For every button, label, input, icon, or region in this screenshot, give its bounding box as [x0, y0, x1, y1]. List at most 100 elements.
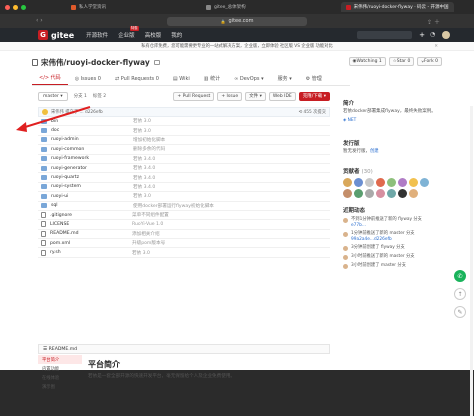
file-name[interactable]: ruoyi-common	[51, 147, 133, 152]
file-name[interactable]: pom.xml	[50, 241, 132, 246]
nav-education[interactable]: 高校版	[145, 31, 162, 39]
browser-tab[interactable]: 私人学堂资讯	[66, 2, 111, 12]
language-tag[interactable]: ◈ NET	[343, 118, 443, 123]
avatar[interactable]	[420, 178, 429, 187]
tab-pull-requests[interactable]: ⇄ Pull Requests 0	[108, 76, 166, 85]
file-name[interactable]: .gitignore	[50, 213, 132, 218]
file-name[interactable]: ry.sh	[50, 250, 132, 255]
avatar[interactable]	[365, 189, 374, 198]
file-row[interactable]: ruoyi-generator 若依 3.4.0	[38, 164, 330, 174]
file-row[interactable]: LICENSE RuoYi-Vue 1.0	[38, 220, 330, 230]
file-row[interactable]: bin 若依 3.0	[38, 117, 330, 127]
watch-button[interactable]: ◉ Watching 1	[348, 57, 386, 66]
avatar[interactable]	[365, 178, 374, 187]
toc-item[interactable]: 平台简介	[38, 355, 82, 364]
commit-message[interactable]: RuoYi-Vue 1.0	[132, 222, 163, 227]
file-menu-button[interactable]: 文件 ▾	[245, 91, 266, 101]
file-name[interactable]: LICENSE	[50, 222, 132, 227]
avatar[interactable]	[376, 189, 385, 198]
branch-select[interactable]: master ▾	[38, 91, 68, 101]
address-bar[interactable]: 🔒 gitee.com	[167, 16, 307, 26]
repo-owner-link[interactable]: 宋伟伟	[41, 57, 64, 68]
avatar[interactable]	[387, 189, 396, 198]
avatar[interactable]	[409, 178, 418, 187]
repo-name-link[interactable]: ruoyi-docker-flyway	[66, 58, 150, 67]
avatar[interactable]	[398, 189, 407, 198]
avatar[interactable]	[343, 178, 352, 187]
webide-button[interactable]: Web IDE	[268, 91, 296, 101]
nav-opensource[interactable]: 开源软件	[86, 31, 108, 39]
plus-icon[interactable]: +	[418, 31, 426, 39]
star-button[interactable]: ☆ Star 0	[388, 57, 415, 66]
browser-tab[interactable]: gitee_总体架构	[201, 2, 251, 12]
avatar[interactable]	[398, 178, 407, 187]
commit-message[interactable]: 若依 3.0	[133, 128, 151, 134]
tab-manage[interactable]: ⚙ 管理	[299, 75, 329, 85]
file-name[interactable]: ruoyi-ui	[51, 194, 133, 199]
back-to-top-button[interactable]: ↑	[454, 288, 466, 300]
file-row[interactable]: ruoyi-framework 若依 3.4.0	[38, 155, 330, 164]
tab-devops[interactable]: ∞ DevOps ▾	[227, 76, 270, 85]
chat-float-button[interactable]: ✆	[454, 270, 466, 282]
commit-message[interactable]: 添加相关介绍	[132, 231, 160, 237]
search-input[interactable]	[357, 31, 412, 39]
back-forward-icon[interactable]: ‹ ›	[36, 17, 43, 24]
commit-message[interactable]: 增加初始化脚本	[133, 137, 165, 143]
file-row[interactable]: doc 若依 3.0	[38, 126, 330, 136]
avatar[interactable]	[387, 178, 396, 187]
minimize-window-button[interactable]	[13, 4, 18, 10]
file-row[interactable]: pom.xml 升级pom版本号	[38, 239, 330, 249]
tab-wiki[interactable]: ▤ Wiki	[166, 76, 197, 85]
file-row[interactable]: ruoyi-quartz 若依 3.4.0	[38, 173, 330, 183]
commit-message[interactable]: 若依 3.0	[133, 193, 151, 199]
file-row[interactable]: .gitignore 菜单不同组件配置	[38, 211, 330, 221]
file-name[interactable]: sql	[51, 203, 133, 208]
commit-count[interactable]: ⟲ 455 次提交	[299, 109, 326, 115]
commit-message[interactable]: 使用docker部署运行flyway初始化脚本	[133, 203, 214, 209]
file-row[interactable]: ruoyi-admin 增加初始化脚本	[38, 136, 330, 146]
commit-message[interactable]: 若依 3.0	[132, 250, 150, 256]
gitee-logo[interactable]: G gitee	[38, 30, 74, 40]
avatar[interactable]	[354, 178, 363, 187]
toc-item[interactable]: 演示图	[38, 382, 82, 391]
nav-enterprise[interactable]: 企业版 特惠	[118, 26, 139, 39]
toc-item[interactable]: 内置功能	[38, 364, 82, 373]
commit-message[interactable]: 若依 3.4.0	[133, 175, 155, 181]
create-release-link[interactable]: 创建	[370, 149, 379, 154]
file-row[interactable]: sql 使用docker部署运行flyway初始化脚本	[38, 202, 330, 211]
file-name[interactable]: ruoyi-quartz	[51, 175, 133, 180]
file-name[interactable]: doc	[51, 128, 133, 133]
tab-services[interactable]: 服务 ▾	[271, 75, 299, 85]
avatar[interactable]	[343, 189, 352, 198]
commit-message[interactable]: 若依 3.4.0	[133, 156, 155, 162]
commit-message[interactable]: 若依 3.4.0	[133, 165, 155, 171]
file-row[interactable]: ruoyi-common 删除多余的代码	[38, 145, 330, 155]
file-name[interactable]: README.md	[50, 231, 132, 236]
maximize-window-button[interactable]	[21, 4, 26, 10]
commit-message[interactable]: 若依 3.0	[133, 118, 151, 124]
new-issue-button[interactable]: + Issue	[217, 91, 243, 101]
file-name[interactable]: ruoyi-admin	[51, 137, 133, 142]
feedback-float-button[interactable]: ✎	[454, 306, 466, 318]
file-row[interactable]: ruoyi-system 若依 3.4.0	[38, 183, 330, 193]
avatar[interactable]	[409, 189, 418, 198]
commit-message[interactable]: 升级pom版本号	[132, 240, 165, 246]
file-name[interactable]: ruoyi-generator	[51, 166, 133, 171]
nav-mine[interactable]: 我的	[171, 31, 182, 39]
clone-button[interactable]: 克隆/下载 ▾	[298, 91, 330, 101]
browser-tab-active[interactable]: 宋伟伟/ruoyi-docker-flyway · 码云 - 开源中国	[340, 2, 454, 12]
close-window-button[interactable]	[5, 4, 10, 10]
commit-message[interactable]: 删除多余的代码	[133, 146, 165, 152]
share-icon[interactable]: ⇪ ＋	[427, 17, 440, 26]
file-row[interactable]: README.md 添加相关介绍	[38, 230, 330, 240]
file-row[interactable]: ry.sh 若依 3.0	[38, 248, 330, 258]
activity-commit-link[interactable]: 99a2a4e...d226efb	[351, 237, 415, 243]
user-avatar[interactable]	[442, 31, 450, 39]
tab-code[interactable]: </> 代码	[32, 74, 68, 85]
file-name[interactable]: ruoyi-system	[51, 184, 133, 189]
activity-commit-link[interactable]: e77b...	[351, 223, 422, 229]
commit-summary[interactable]: 宋伟伟 提交于 ... d226efb	[51, 109, 103, 115]
tab-stats[interactable]: ▥ 统计	[197, 75, 227, 85]
close-icon[interactable]: ✕	[434, 44, 438, 49]
file-name[interactable]: bin	[51, 119, 133, 124]
